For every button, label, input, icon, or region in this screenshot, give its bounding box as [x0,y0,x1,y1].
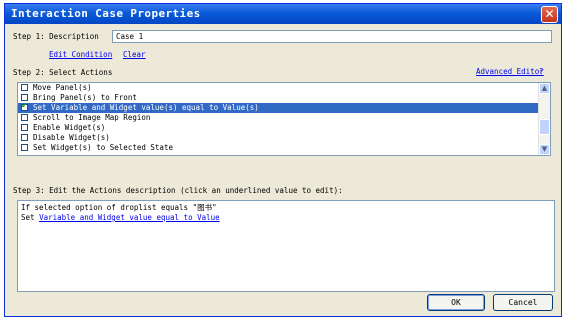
action-line: Set Variable and Widget value equal to V… [21,213,551,223]
action-checkbox[interactable] [21,134,28,141]
action-label: Set Variable and Widget value(s) equal t… [33,103,259,112]
chevron-up-icon[interactable]: ▲ [539,83,550,94]
action-item-move-panel[interactable]: Move Panel(s) [18,83,538,93]
chevron-down-icon[interactable]: ▼ [539,144,550,155]
action-item-enable-widget[interactable]: Enable Widget(s) [18,123,538,133]
checkmark-icon: ✔ [21,101,28,110]
window-title: Interaction Case Properties [11,7,201,20]
help-link[interactable]: ? [539,67,544,76]
step2-label: Step 2: Select Actions [13,68,113,77]
action-label: Scroll to Image Map Region [33,113,151,122]
title-bar[interactable]: Interaction Case Properties ✕ [5,4,561,24]
description-value: Case 1 [116,32,144,41]
ok-button[interactable]: OK [427,294,485,311]
step3-label: Step 3: Edit the Actions description (cl… [13,186,343,195]
action-item-set-widget-to-selected-state[interactable]: Set Widget(s) to Selected State [18,143,538,153]
step1-label: Step 1: Description [13,32,99,41]
actions-list-items: Move Panel(s) Bring Panel(s) to Front ✔ … [18,83,538,155]
action-checkbox[interactable] [21,94,28,101]
actions-list[interactable]: Move Panel(s) Bring Panel(s) to Front ✔ … [17,82,551,156]
set-value-link[interactable]: Variable and Widget value equal to Value [39,213,220,222]
action-checkbox[interactable] [21,144,28,151]
action-checkbox[interactable] [21,84,28,91]
description-input[interactable]: Case 1 [112,30,552,43]
close-icon[interactable]: ✕ [541,6,558,23]
condition-line: If selected option of droplist equals "图… [21,203,217,212]
interaction-case-properties-dialog: Interaction Case Properties ✕ Step 1: De… [4,3,562,317]
action-label: Set Widget(s) to Selected State [33,143,173,152]
action-label: Bring Panel(s) to Front [33,93,137,102]
actions-scrollbar[interactable]: ▲ ▼ [538,83,550,155]
action-label: Enable Widget(s) [33,123,106,132]
action-label: Move Panel(s) [33,83,92,92]
action-item-set-variable-and-widget-value[interactable]: ✔ Set Variable and Widget value(s) equal… [18,101,538,113]
advanced-editor-link[interactable]: Advanced Editor [476,67,544,76]
edit-condition-link[interactable]: Edit Condition [49,50,112,59]
scrollbar-thumb[interactable] [539,119,550,135]
action-item-scroll-to-image-map-region[interactable]: Scroll to Image Map Region [18,113,538,123]
actions-description-area[interactable]: If selected option of droplist equals "图… [17,200,555,292]
action-line-prefix: Set [21,213,40,222]
action-checkbox[interactable]: ✔ [21,101,28,111]
action-label: Disable Widget(s) [33,133,110,142]
action-item-bring-panel-to-front[interactable]: Bring Panel(s) to Front [18,93,538,103]
action-item-disable-widget[interactable]: Disable Widget(s) [18,133,538,143]
clear-link[interactable]: Clear [123,50,146,59]
cancel-button[interactable]: Cancel [493,294,553,311]
action-checkbox[interactable] [21,114,28,121]
action-checkbox[interactable] [21,124,28,131]
